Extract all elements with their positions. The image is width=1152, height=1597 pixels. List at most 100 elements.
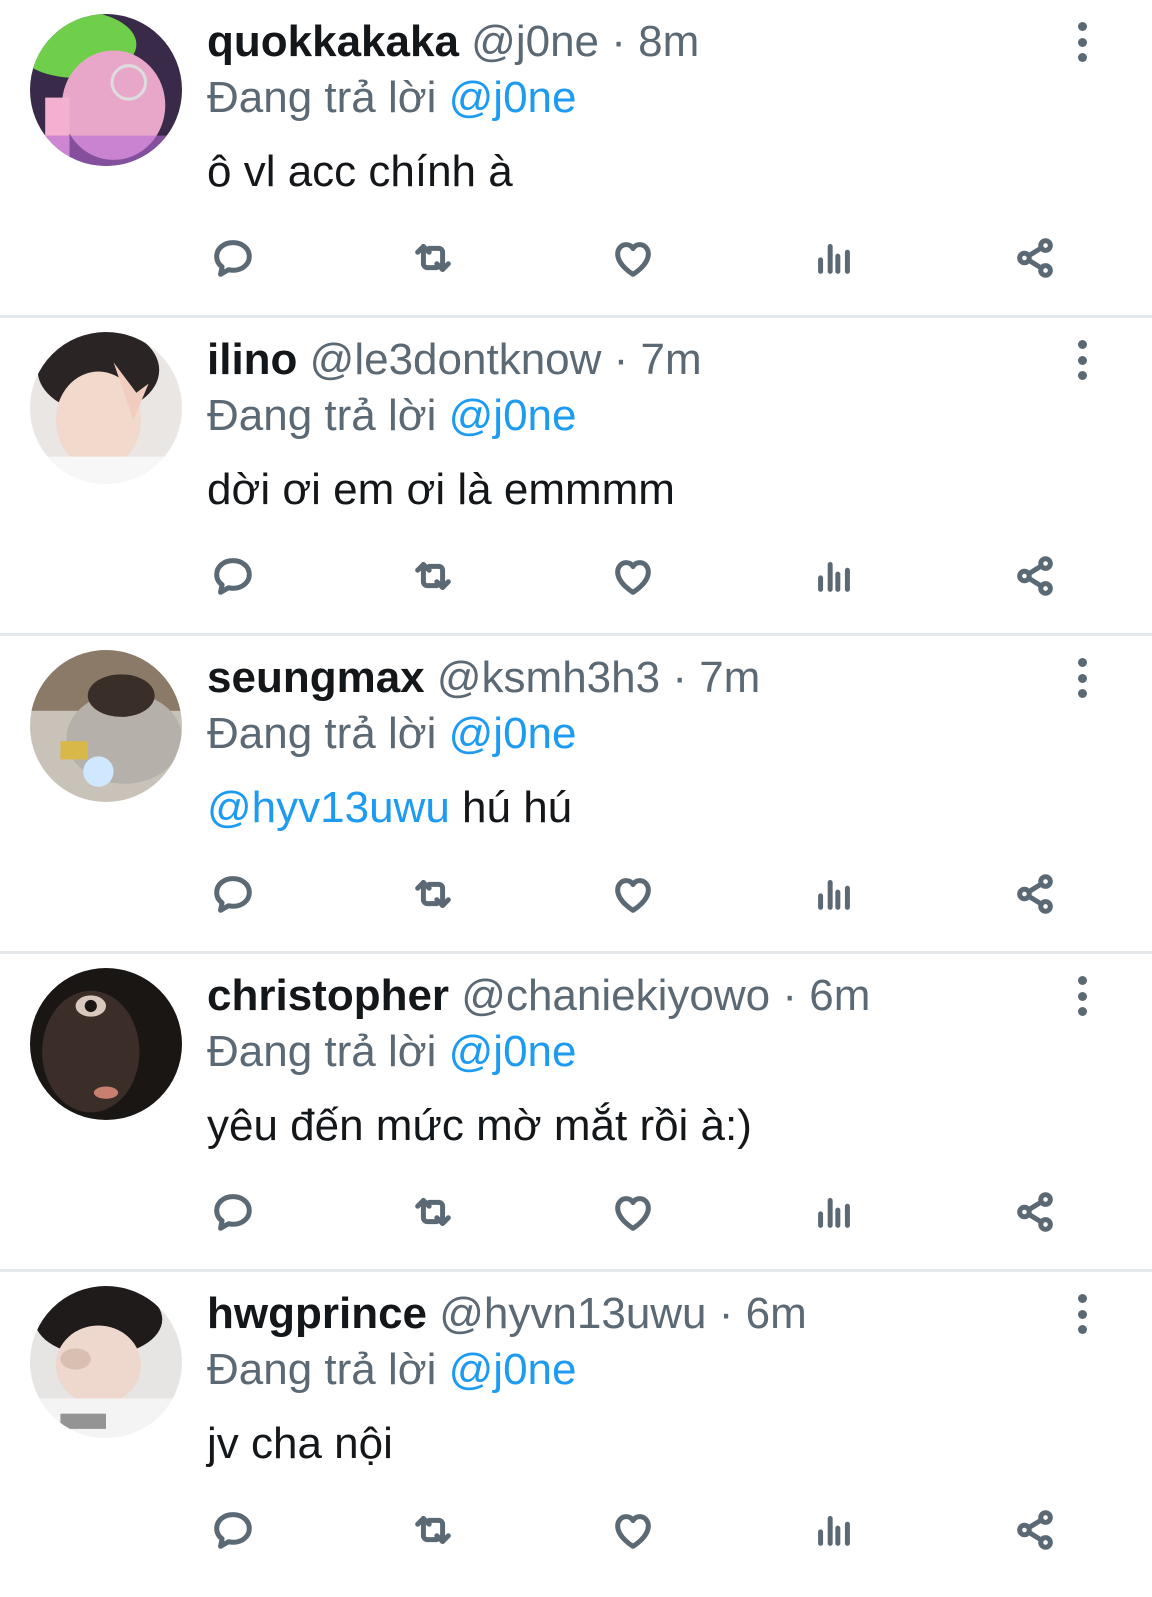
replying-to-mention[interactable]: @j0ne xyxy=(449,391,577,440)
replying-to: Đang trả lời @j0ne xyxy=(207,706,576,762)
tweet[interactable]: christopher @chaniekiyowo · 6m Đang trả … xyxy=(0,954,1152,1272)
replying-to-mention[interactable]: @j0ne xyxy=(449,1345,577,1394)
user-handle: @hyvn13uwu xyxy=(439,1289,707,1338)
retweet-button[interactable] xyxy=(407,1186,459,1238)
separator-dot: · xyxy=(718,1289,734,1338)
reply-icon xyxy=(214,558,252,595)
stats-icon xyxy=(818,880,850,910)
user-handle: @chaniekiyowo xyxy=(461,971,771,1020)
stats-button[interactable] xyxy=(808,1504,860,1556)
avatar[interactable] xyxy=(30,1286,182,1438)
user-handle: @j0ne xyxy=(471,17,600,66)
replying-to-label: Đang trả lời xyxy=(207,1345,437,1394)
display-name[interactable]: quokkakaka xyxy=(207,17,459,66)
tweet-text: dời ơi em ơi là emmmm xyxy=(207,462,675,518)
tweet[interactable]: seungmax @ksmh3h3 · 7m Đang trả lời @j0n… xyxy=(0,636,1152,954)
tweet[interactable]: ilino @le3dontknow · 7m Đang trả lời @j0… xyxy=(0,318,1152,636)
like-button[interactable] xyxy=(607,868,659,920)
action-bar xyxy=(207,1186,1067,1238)
stats-icon xyxy=(818,1198,850,1228)
replying-to: Đang trả lời @j0ne xyxy=(207,70,576,126)
share-button[interactable] xyxy=(1009,550,1061,602)
stats-button[interactable] xyxy=(808,232,860,284)
reply-button[interactable] xyxy=(207,868,259,920)
share-button[interactable] xyxy=(1009,1186,1061,1238)
action-bar xyxy=(207,1504,1067,1556)
timestamp[interactable]: 7m xyxy=(641,335,702,384)
replying-to-label: Đang trả lời xyxy=(207,73,437,122)
share-icon xyxy=(1017,874,1053,914)
more-options-icon[interactable] xyxy=(1074,658,1090,698)
stats-icon xyxy=(818,1516,850,1546)
tweet[interactable]: hwgprince @hyvn13uwu · 6m Đang trả lời @… xyxy=(0,1272,1152,1597)
display-name[interactable]: hwgprince xyxy=(207,1289,427,1338)
display-name[interactable]: ilino xyxy=(207,335,297,384)
retweet-button[interactable] xyxy=(407,868,459,920)
more-options-icon[interactable] xyxy=(1074,22,1090,62)
separator-dot: · xyxy=(613,335,629,384)
tweet-body: yêu đến mức mờ mắt rồi à:) xyxy=(207,1101,752,1150)
stats-button[interactable] xyxy=(808,868,860,920)
share-button[interactable] xyxy=(1009,1504,1061,1556)
tweet[interactable]: quokkakaka @j0ne · 8m Đang trả lời @j0ne… xyxy=(0,0,1152,318)
more-options-icon[interactable] xyxy=(1074,1294,1090,1334)
replying-to: Đang trả lời @j0ne xyxy=(207,1024,576,1080)
reply-button[interactable] xyxy=(207,1504,259,1556)
reply-button[interactable] xyxy=(207,550,259,602)
reply-button[interactable] xyxy=(207,232,259,284)
share-button[interactable] xyxy=(1009,868,1061,920)
tweet-header: hwgprince @hyvn13uwu · 6m xyxy=(207,1286,807,1342)
action-bar xyxy=(207,868,1067,920)
retweet-icon xyxy=(415,562,451,590)
tweet-body: jv cha nội xyxy=(207,1419,393,1468)
like-button[interactable] xyxy=(607,1504,659,1556)
tweet-header: ilino @le3dontknow · 7m xyxy=(207,332,702,388)
avatar[interactable] xyxy=(30,968,182,1120)
tweet-text: yêu đến mức mờ mắt rồi à:) xyxy=(207,1098,752,1154)
avatar[interactable] xyxy=(30,14,182,166)
display-name[interactable]: seungmax xyxy=(207,653,425,702)
avatar[interactable] xyxy=(30,650,182,802)
timestamp[interactable]: 8m xyxy=(638,17,699,66)
action-bar xyxy=(207,550,1067,602)
text-mention[interactable]: @hyv13uwu xyxy=(207,783,450,832)
timestamp[interactable]: 6m xyxy=(746,1289,807,1338)
retweet-button[interactable] xyxy=(407,550,459,602)
like-button[interactable] xyxy=(607,232,659,284)
display-name[interactable]: christopher xyxy=(207,971,449,1020)
retweet-button[interactable] xyxy=(407,232,459,284)
avatar[interactable] xyxy=(30,332,182,484)
tweet-text: ô vl acc chính à xyxy=(207,144,513,200)
more-options-icon[interactable] xyxy=(1074,340,1090,380)
reply-button[interactable] xyxy=(207,1186,259,1238)
share-icon xyxy=(1017,238,1053,278)
replying-to-label: Đang trả lời xyxy=(207,391,437,440)
tweet-header: quokkakaka @j0ne · 8m xyxy=(207,14,699,70)
replying-to-mention[interactable]: @j0ne xyxy=(449,1027,577,1076)
retweet-icon xyxy=(415,244,451,272)
reply-icon xyxy=(214,240,252,277)
like-icon xyxy=(615,1514,651,1549)
reply-feed: quokkakaka @j0ne · 8m Đang trả lời @j0ne… xyxy=(0,0,1152,1597)
replying-to-mention[interactable]: @j0ne xyxy=(449,73,577,122)
replying-to-mention[interactable]: @j0ne xyxy=(449,709,577,758)
share-icon xyxy=(1017,1192,1053,1232)
separator-dot: · xyxy=(611,17,626,66)
more-options-icon[interactable] xyxy=(1074,976,1090,1016)
stats-icon xyxy=(818,244,850,274)
stats-button[interactable] xyxy=(808,1186,860,1238)
retweet-button[interactable] xyxy=(407,1504,459,1556)
share-button[interactable] xyxy=(1009,232,1061,284)
tweet-text: jv cha nội xyxy=(207,1416,393,1472)
retweet-icon xyxy=(415,1198,451,1226)
like-button[interactable] xyxy=(607,1186,659,1238)
tweet-header: seungmax @ksmh3h3 · 7m xyxy=(207,650,760,706)
replying-to-label: Đang trả lời xyxy=(207,709,437,758)
like-button[interactable] xyxy=(607,550,659,602)
reply-icon xyxy=(214,876,252,913)
stats-button[interactable] xyxy=(808,550,860,602)
separator-dot: · xyxy=(672,653,687,702)
timestamp[interactable]: 7m xyxy=(699,653,760,702)
timestamp[interactable]: 6m xyxy=(809,971,870,1020)
user-handle: @le3dontknow xyxy=(309,335,602,384)
